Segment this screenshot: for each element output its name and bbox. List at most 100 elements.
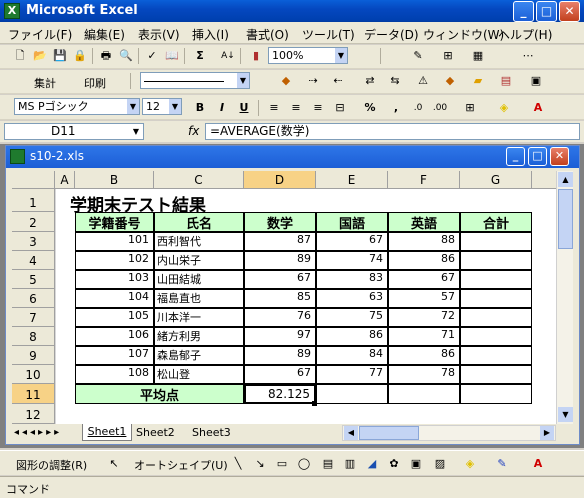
cell-name[interactable]: 西利智代 bbox=[154, 232, 244, 251]
draw-border-icon[interactable]: ✎ bbox=[410, 48, 426, 64]
align-left-icon[interactable]: ≡ bbox=[266, 100, 282, 116]
align-center-icon[interactable]: ≡ bbox=[288, 100, 304, 116]
autoshape-menu[interactable]: オートシェイプ(U) bbox=[134, 457, 228, 473]
column-header-f[interactable]: F bbox=[388, 171, 460, 189]
cell-japanese[interactable]: 83 bbox=[316, 270, 388, 289]
cell-math[interactable]: 87 bbox=[244, 232, 316, 251]
column-header-b[interactable]: B bbox=[75, 171, 154, 189]
trace-dependents-icon[interactable]: ⇠ bbox=[330, 73, 346, 89]
name-box[interactable]: D11 ▼ bbox=[4, 123, 144, 140]
workbook-title-bar[interactable]: s10-2.xls _ □ ✕ bbox=[6, 146, 579, 168]
column-header-h[interactable] bbox=[532, 171, 556, 189]
cell-english[interactable]: 57 bbox=[388, 289, 460, 308]
cell-avg-total[interactable] bbox=[460, 384, 532, 404]
tab-sheet3[interactable]: Sheet3 bbox=[192, 425, 231, 440]
picture-icon[interactable]: ▨ bbox=[432, 456, 448, 472]
cell-total[interactable] bbox=[460, 289, 532, 308]
shukei-button[interactable]: 集計 bbox=[34, 75, 56, 91]
fill-color-icon[interactable]: ◈ bbox=[496, 100, 512, 116]
row-header[interactable]: 2 bbox=[12, 212, 55, 232]
scroll-up-icon[interactable]: ▲ bbox=[558, 172, 573, 187]
fill-color-icon[interactable]: ◈ bbox=[462, 456, 478, 472]
chevron-down-icon[interactable]: ▼ bbox=[335, 48, 347, 63]
italic-button[interactable]: I bbox=[214, 100, 230, 116]
save-icon[interactable]: 💾 bbox=[52, 48, 68, 64]
cell-math[interactable]: 67 bbox=[244, 270, 316, 289]
column-header-d[interactable]: D bbox=[244, 171, 316, 189]
chevron-down-icon[interactable]: ▼ bbox=[237, 73, 249, 88]
cell-name[interactable]: 内山栄子 bbox=[154, 251, 244, 270]
column-header-e[interactable]: E bbox=[316, 171, 388, 189]
row-header[interactable]: 4 bbox=[12, 251, 55, 270]
column-header-a[interactable]: A bbox=[55, 171, 75, 189]
cell-japanese[interactable]: 63 bbox=[316, 289, 388, 308]
cell-name[interactable]: 福島直也 bbox=[154, 289, 244, 308]
underline-button[interactable]: U bbox=[236, 100, 252, 116]
error-trace-icon[interactable]: ⚠ bbox=[415, 73, 431, 89]
average-value-cell[interactable]: 82.125 bbox=[244, 384, 316, 404]
header-english[interactable]: 英語 bbox=[388, 212, 460, 232]
cell-english[interactable]: 67 bbox=[388, 270, 460, 289]
close-button[interactable]: ✕ bbox=[559, 1, 580, 22]
cell-english[interactable]: 78 bbox=[388, 365, 460, 384]
rectangle-icon[interactable]: ▭ bbox=[274, 456, 290, 472]
row-header[interactable]: 9 bbox=[12, 346, 55, 365]
cell-english[interactable]: 88 bbox=[388, 232, 460, 251]
h-scroll-thumb[interactable] bbox=[359, 426, 419, 440]
cell-name[interactable]: 森島郁子 bbox=[154, 346, 244, 365]
grid-icon[interactable]: ▦ bbox=[470, 48, 486, 64]
row-header[interactable]: 12 bbox=[12, 404, 55, 424]
row-header[interactable]: 10 bbox=[12, 365, 55, 384]
cell-id[interactable]: 103 bbox=[75, 270, 154, 289]
menu-data[interactable]: データ(D) bbox=[364, 26, 419, 43]
sort-ascending-icon[interactable]: A↓ bbox=[220, 48, 236, 64]
cell-id[interactable]: 104 bbox=[75, 289, 154, 308]
watch-window-icon[interactable]: ▣ bbox=[528, 73, 544, 89]
header-math[interactable]: 数学 bbox=[244, 212, 316, 232]
cell-id[interactable]: 108 bbox=[75, 365, 154, 384]
oval-icon[interactable]: ◯ bbox=[296, 456, 312, 472]
clear-circles-icon[interactable]: ▤ bbox=[498, 73, 514, 89]
tab-sheet1[interactable]: Sheet1 bbox=[82, 424, 132, 441]
adjust-shapes-menu[interactable]: 図形の調整(R) bbox=[16, 457, 87, 473]
scroll-left-icon[interactable]: ◀ bbox=[344, 426, 358, 440]
remove-arrows-icon[interactable]: ⇄ bbox=[362, 73, 378, 89]
cell-english[interactable]: 72 bbox=[388, 308, 460, 327]
scroll-down-icon[interactable]: ▼ bbox=[558, 407, 573, 422]
line-color-icon[interactable]: ✎ bbox=[494, 456, 510, 472]
vertical-scrollbar[interactable]: ▲ ▼ bbox=[556, 171, 573, 424]
circle-invalid-icon[interactable]: ▰ bbox=[470, 73, 486, 89]
cell-total[interactable] bbox=[460, 232, 532, 251]
insatsu-button[interactable]: 印刷 bbox=[84, 75, 106, 91]
comma-icon[interactable]: , bbox=[388, 100, 404, 116]
row-header[interactable]: 8 bbox=[12, 327, 55, 346]
row-header[interactable]: 7 bbox=[12, 308, 55, 327]
cell-math[interactable]: 85 bbox=[244, 289, 316, 308]
cell-id[interactable]: 101 bbox=[75, 232, 154, 251]
cell-avg-english[interactable] bbox=[388, 384, 460, 404]
clipart-icon[interactable]: ▣ bbox=[408, 456, 424, 472]
options-icon[interactable]: ⋯ bbox=[520, 48, 536, 64]
font-size-select[interactable]: 12 ▼ bbox=[142, 98, 182, 115]
cell-id[interactable]: 106 bbox=[75, 327, 154, 346]
permission-icon[interactable]: 🔒 bbox=[72, 48, 88, 64]
merge-icon[interactable]: ⊞ bbox=[440, 48, 456, 64]
open-icon[interactable]: 📂 bbox=[32, 48, 48, 64]
menu-view[interactable]: 表示(V) bbox=[138, 26, 180, 43]
wordart-icon[interactable]: ◢ bbox=[364, 456, 380, 472]
header-japanese[interactable]: 国語 bbox=[316, 212, 388, 232]
autosum-icon[interactable]: Σ bbox=[192, 48, 208, 64]
cell-japanese[interactable]: 67 bbox=[316, 232, 388, 251]
formula-input[interactable]: =AVERAGE(数学) bbox=[205, 123, 580, 140]
cell-total[interactable] bbox=[460, 251, 532, 270]
merge-center-icon[interactable]: ⊟ bbox=[332, 100, 348, 116]
decrease-decimal-icon[interactable]: .00 bbox=[432, 100, 448, 116]
cell-math[interactable]: 89 bbox=[244, 346, 316, 365]
cell-math[interactable]: 97 bbox=[244, 327, 316, 346]
cell-japanese[interactable]: 84 bbox=[316, 346, 388, 365]
vertical-textbox-icon[interactable]: ▥ bbox=[342, 456, 358, 472]
menu-format[interactable]: 書式(O) bbox=[246, 26, 289, 43]
font-color-icon[interactable]: A bbox=[530, 100, 546, 116]
print-icon[interactable]: 🖶 bbox=[98, 48, 114, 64]
spreadsheet-grid[interactable]: A B C D E F G 1 2 3 4 5 6 7 8 9 10 11 12… bbox=[12, 171, 556, 424]
